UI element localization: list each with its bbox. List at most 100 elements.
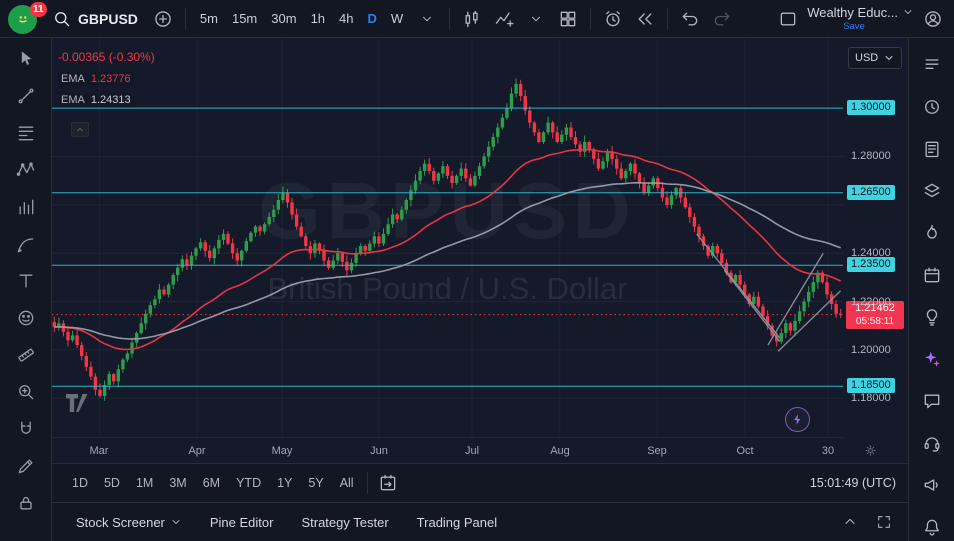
tool-text[interactable] [11,266,41,296]
bar-replay-button[interactable] [630,4,660,34]
tool-fib-retracement[interactable] [11,118,41,148]
indicator-label: EMA [61,73,85,85]
tab-pine-editor[interactable]: Pine Editor [196,503,288,541]
save-button[interactable]: Save [807,20,865,33]
lightning-button[interactable] [785,407,810,432]
timeframe-5m[interactable]: 5m [193,6,225,32]
zoom-icon [16,382,36,402]
alert-button[interactable] [598,4,628,34]
indicator-value: 1.24313 [91,94,131,106]
tool-brush[interactable] [11,229,41,259]
symbol-search-button[interactable]: GBPUSD [44,4,146,34]
panel-object-tree[interactable] [917,176,947,205]
tab-stock-screener[interactable]: Stock Screener [62,503,196,541]
indicators-button[interactable] [489,4,519,34]
range-5d[interactable]: 5D [96,473,128,493]
pane-collapse-button[interactable] [71,122,89,137]
indicator-legend-row[interactable]: EMA 1.24313 [58,93,134,107]
go-to-date-button[interactable] [373,468,403,498]
hotlists-icon [922,223,942,243]
price-axis[interactable]: USD 1.21462 05:58:11 1.300001.280001.265… [843,38,908,463]
timeframe-15m[interactable]: 15m [225,6,264,32]
measure-icon [16,345,36,365]
notification-badge[interactable]: 11 [30,2,47,17]
fib-retracement-icon [16,123,36,143]
axis-settings-button[interactable] [863,443,878,458]
panel-maximize-button[interactable] [870,508,898,536]
range-1y[interactable]: 1Y [269,473,300,493]
redo-button[interactable] [707,4,737,34]
time-axis-label: Mar [90,445,109,457]
date-range-toolbar: 1D5D1M3M6MYTD1Y5YAll 15:01:49 (UTC) [52,463,908,502]
tool-draw[interactable] [11,451,41,481]
timeframe-w[interactable]: W [384,6,410,32]
price-axis-label: 1.22000 [851,294,891,310]
panel-notifications[interactable] [917,512,947,541]
range-1m[interactable]: 1M [128,473,161,493]
panel-announcements[interactable] [917,470,947,499]
panel-calendar[interactable] [917,260,947,289]
watchlist-icon [922,55,942,75]
tab-strategy-tester[interactable]: Strategy Tester [287,503,402,541]
timeframe-4h[interactable]: 4h [332,6,360,32]
ai-icon [922,349,942,369]
panel-alerts[interactable] [917,92,947,121]
tool-zoom[interactable] [11,377,41,407]
tab-trading-panel[interactable]: Trading Panel [403,503,511,541]
announcements-icon [922,475,942,495]
tool-trend-line[interactable] [11,81,41,111]
forecast-icon [16,197,36,217]
price-chart[interactable]: GBPUSDBritish Pound / U.S. Dollar [52,38,843,437]
panel-watchlist[interactable] [917,50,947,79]
panel-support[interactable] [917,428,947,457]
panel-news[interactable] [917,134,947,163]
tool-emoji[interactable] [11,303,41,333]
chevron-down-icon [420,12,434,26]
layout-select-button[interactable] [773,4,803,34]
compare-add-button[interactable] [148,4,178,34]
time-axis[interactable]: MarAprMayJunJulAugSepOct30 [52,437,843,463]
currency-dropdown[interactable]: USD [848,47,902,69]
timeframe-d[interactable]: D [361,6,384,32]
chevron-down-icon [902,6,914,18]
layout-name-button[interactable]: Wealthy Educ... [807,5,914,20]
tool-measure[interactable] [11,340,41,370]
tool-magnet[interactable] [11,414,41,444]
range-ytd[interactable]: YTD [228,473,269,493]
time-axis-label: Aug [550,445,570,457]
tool-forecast[interactable] [11,192,41,222]
indicator-legend-row[interactable]: EMA 1.23776 [58,72,134,86]
calendar-icon [922,265,942,285]
broker-logo[interactable]: 11 [6,3,42,35]
range-5y[interactable]: 5Y [300,473,331,493]
currency-label: USD [855,52,878,64]
tab-label: Pine Editor [210,515,274,530]
panel-ai[interactable] [917,344,947,373]
lock-icon [16,493,36,513]
range-all[interactable]: All [332,473,362,493]
range-3m[interactable]: 3M [161,473,194,493]
timeframe-30m[interactable]: 30m [264,6,303,32]
xabcd-pattern-icon [16,160,36,180]
topbar-right-cluster: Wealthy Educ... Save [773,4,948,34]
layout-grid-button[interactable] [553,4,583,34]
panel-hotlists[interactable] [917,218,947,247]
tool-cursor[interactable] [11,44,41,74]
grid-layout-icon [558,9,578,29]
tool-xabcd-pattern[interactable] [11,155,41,185]
timeframe-1h[interactable]: 1h [304,6,332,32]
panel-ideas[interactable] [917,302,947,331]
account-button[interactable] [918,4,948,34]
toolbar-separator [667,8,668,30]
undo-button[interactable] [675,4,705,34]
indicators-menu-button[interactable] [521,4,551,34]
drawing-toolbar [0,38,52,541]
chart-type-button[interactable] [457,4,487,34]
tool-lock[interactable] [11,488,41,518]
panel-collapse-button[interactable] [836,508,864,536]
panel-chat[interactable] [917,386,947,415]
range-6m[interactable]: 6M [195,473,228,493]
range-1d[interactable]: 1D [64,473,96,493]
timeframe-menu-button[interactable] [412,4,442,34]
timezone-clock[interactable]: 15:01:49 (UTC) [810,476,896,490]
